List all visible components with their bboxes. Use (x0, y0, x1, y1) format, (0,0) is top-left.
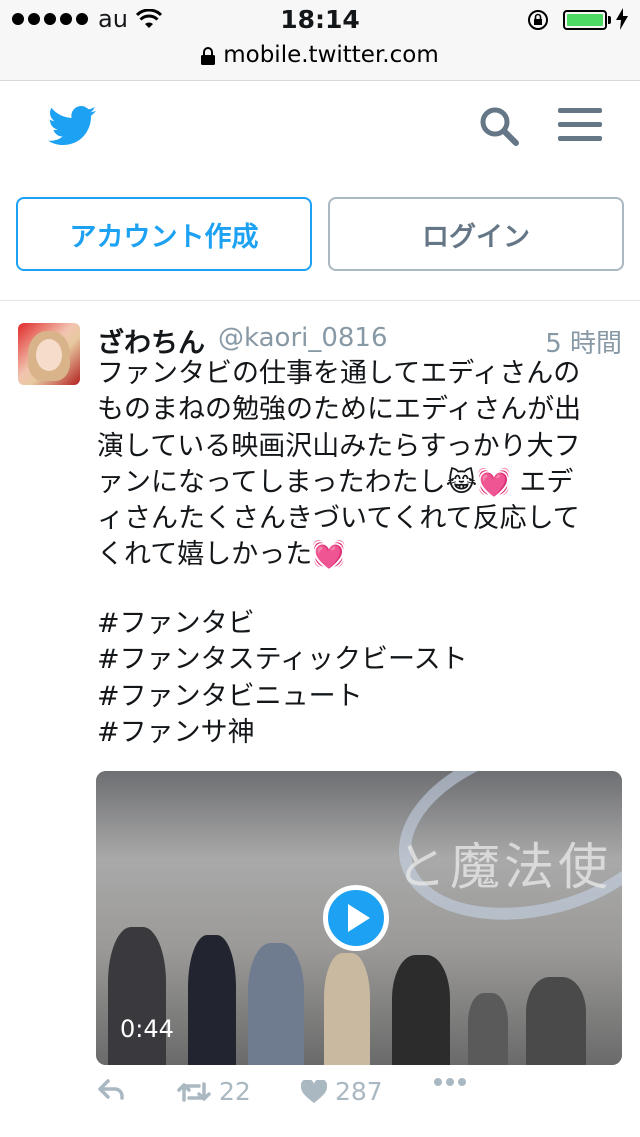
battery-icon (563, 10, 607, 30)
tweet-line: ファンタビの仕事を通してエディさんの (97, 358, 581, 389)
video-duration: 0:44 (120, 1015, 174, 1043)
tweet-card[interactable]: ざわちん @kaori_0816 5 時間 ファンタビの仕事を通してエディさんの… (0, 300, 640, 1137)
play-icon (348, 904, 370, 932)
retweet-count: 22 (219, 1077, 251, 1106)
video-figure (468, 993, 508, 1065)
charging-icon (616, 8, 628, 30)
video-figure (526, 977, 586, 1065)
tweet-line: くれて嬉しかった💓 (97, 539, 346, 571)
play-button[interactable] (323, 885, 389, 951)
battery-nub (608, 16, 611, 24)
video-figure (248, 943, 304, 1065)
status-bar: au 18:14 (0, 0, 640, 40)
video-figure (108, 927, 166, 1065)
tweet-line: ァンになってしまったわたし😹💓 エデ (97, 466, 574, 498)
tweet-line: 演している映画沢山みたらすっかり大フ (97, 430, 581, 462)
video-screen-text: と魔法使 (396, 838, 612, 896)
tweet-actions: 22 287 (97, 1077, 622, 1127)
tweet-text: ファンタビの仕事を通してエディさんの ものまねの勉強のためにエディさんが出 演し… (97, 356, 622, 574)
hashtag-link[interactable]: #ファンタビ (97, 606, 468, 642)
video-figure (324, 953, 370, 1065)
site-header: アカウント作成 ログイン (0, 81, 640, 300)
url-text: mobile.twitter.com (223, 42, 439, 68)
menu-icon[interactable] (558, 106, 602, 144)
hashtag-list: #ファンタビ #ファンタスティックビースト #ファンタビニュート #ファンサ神 (97, 606, 468, 751)
reply-icon (98, 1079, 124, 1100)
more-button[interactable] (433, 1077, 467, 1087)
retweet-icon (177, 1081, 211, 1102)
avatar[interactable] (18, 323, 80, 385)
user-handle[interactable]: @kaori_0816 (218, 323, 388, 353)
create-account-button[interactable]: アカウント作成 (16, 197, 312, 271)
reply-button[interactable] (97, 1077, 125, 1101)
login-button[interactable]: ログイン (328, 197, 624, 271)
like-button[interactable]: 287 (301, 1077, 383, 1106)
like-count: 287 (335, 1077, 383, 1106)
video-player[interactable]: と魔法使 0:44 (96, 771, 622, 1065)
twitter-bird-icon[interactable] (48, 106, 96, 146)
video-figure (188, 935, 236, 1065)
timestamp[interactable]: 5 時間 (545, 323, 622, 360)
rotation-lock-icon (528, 10, 548, 30)
search-icon[interactable] (478, 105, 520, 147)
avatar-face (36, 339, 62, 371)
hashtag-link[interactable]: #ファンタビニュート (97, 679, 468, 715)
display-name[interactable]: ざわちん (97, 321, 205, 360)
retweet-button[interactable]: 22 (177, 1077, 251, 1106)
browser-top-bar: au 18:14 mobile.twitter.com (0, 0, 640, 81)
padlock-icon (201, 47, 216, 65)
heart-icon (301, 1079, 327, 1103)
video-figure (392, 955, 450, 1065)
tweet-header: ざわちん @kaori_0816 5 時間 (97, 321, 622, 360)
hashtag-link[interactable]: #ファンタスティックビースト (97, 642, 468, 678)
more-dots-icon (434, 1078, 466, 1086)
address-bar[interactable]: mobile.twitter.com (0, 42, 640, 68)
hashtag-link[interactable]: #ファンサ神 (97, 715, 468, 751)
tweet-line: ものまねの勉強のためにエディさんが出 (97, 394, 582, 426)
tweet-line: ィさんたくさんきづいてくれて反応して (97, 503, 580, 535)
